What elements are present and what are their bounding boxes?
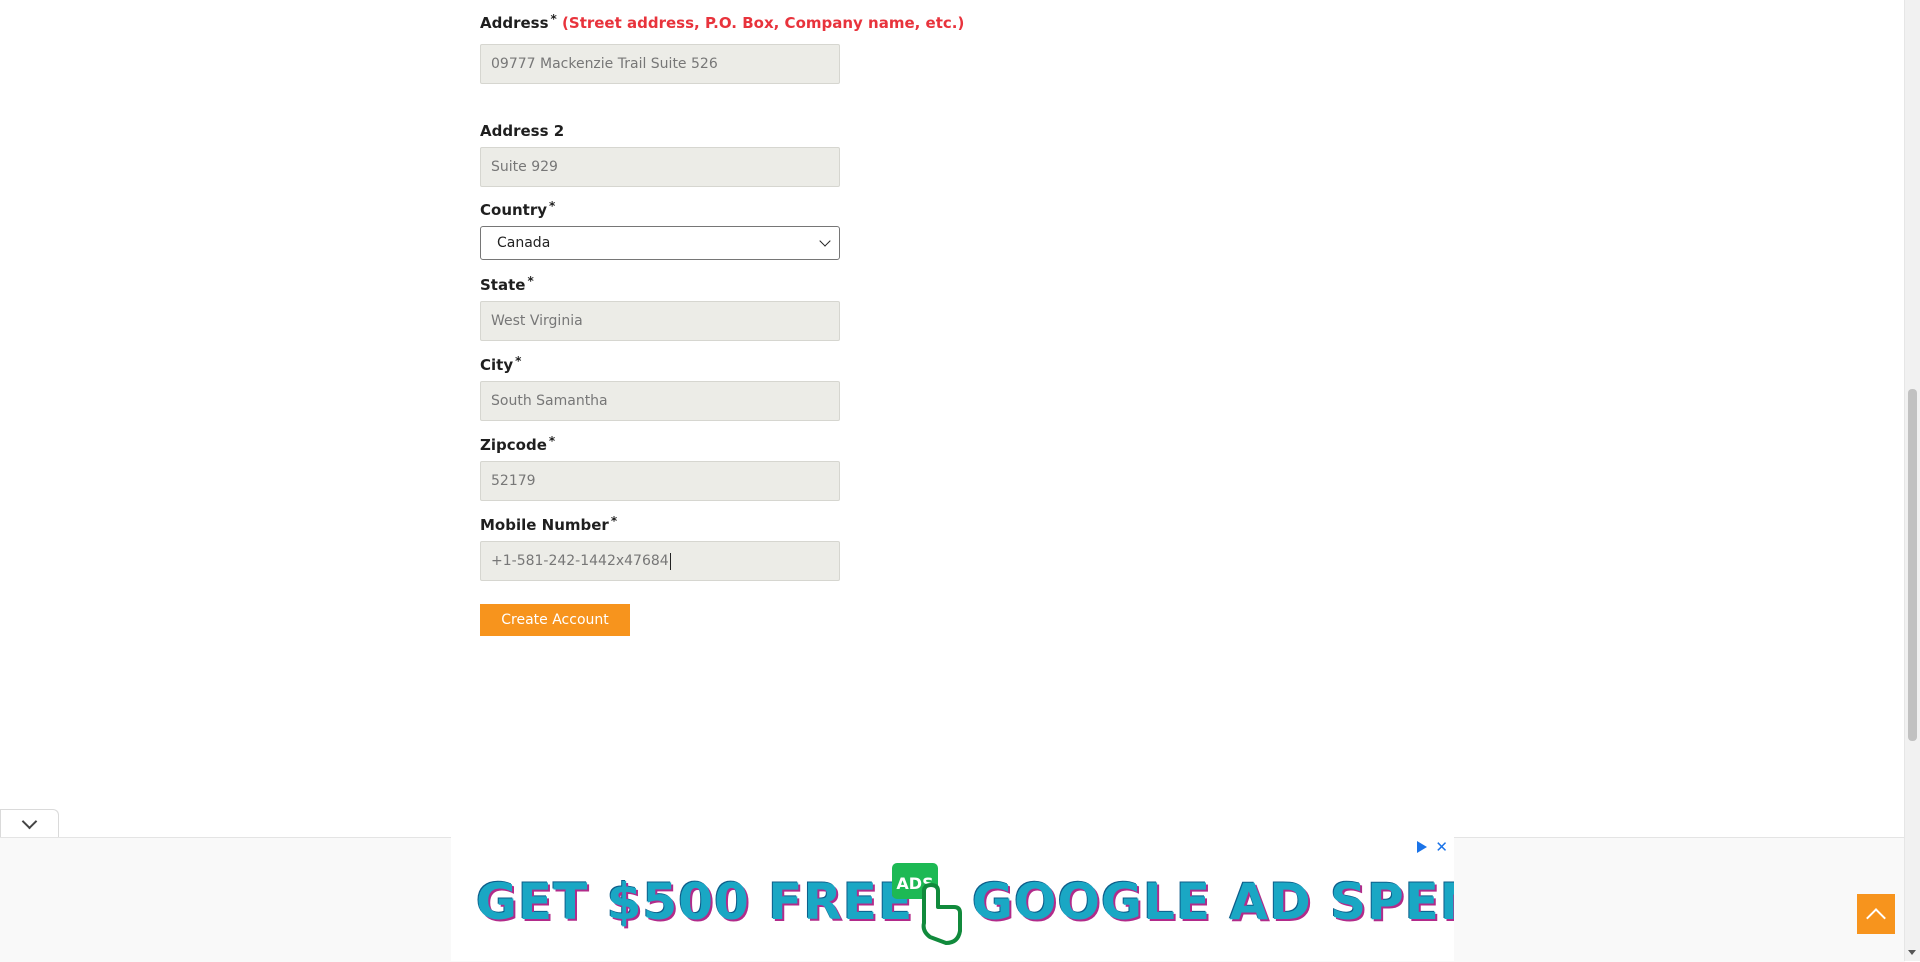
address-field-group: Address * (Street address, P.O. Box, Comp… [480,11,964,84]
state-input[interactable]: West Virginia [480,301,840,341]
mobile-input[interactable]: +1-581-242-1442x47684 [480,541,840,581]
zipcode-label: Zipcode * [480,433,840,458]
address2-input[interactable]: Suite 929 [480,147,840,187]
address2-field-group: Address 2 Suite 929 [480,119,840,187]
chevron-up-icon [1866,908,1886,928]
country-field-group: Country * Canada [480,198,840,260]
mobile-label-text: Mobile Number [480,516,609,534]
state-label-text: State [480,276,526,294]
city-input-value: South Samantha [491,393,608,409]
ad-controls: ✕ [1417,840,1448,855]
state-label: State * [480,273,840,298]
address-input[interactable]: 09777 Mackenzie Trail Suite 526 [480,44,840,84]
chevron-down-icon [819,235,831,247]
chevron-down-icon [21,813,38,829]
close-icon[interactable]: ✕ [1435,840,1448,855]
address-label: Address * (Street address, P.O. Box, Comp… [480,11,964,36]
required-marker: * [515,354,522,368]
city-input[interactable]: South Samantha [480,381,840,421]
country-select-value: Canada [497,235,551,251]
ad-banner[interactable]: GET $500 FREE ADS GOOGLE AD SPEND ✕ [451,837,1454,961]
city-label: City * [480,353,840,378]
address-hint: (Street address, P.O. Box, Company name,… [562,14,965,32]
mobile-input-value: +1-581-242-1442x47684 [491,553,669,569]
country-label: Country * [480,198,840,223]
address2-label: Address 2 [480,122,565,140]
ad-collapse-tab[interactable] [0,809,59,838]
scroll-to-top-button[interactable] [1857,894,1895,934]
zipcode-label-text: Zipcode [480,436,547,454]
vertical-scrollbar[interactable] [1904,0,1920,961]
address2-input-value: Suite 929 [491,159,558,175]
ads-hand-logo-icon: ADS [892,863,962,945]
state-field-group: State * West Virginia [480,273,840,341]
adchoices-play-icon[interactable] [1417,841,1428,853]
ad-headline-left: GET $500 FREE [476,873,914,931]
zipcode-input-value: 52179 [491,473,536,489]
zipcode-input[interactable]: 52179 [480,461,840,501]
scroll-down-arrow-icon[interactable] [1908,950,1916,955]
required-marker: * [549,199,556,213]
city-label-text: City [480,356,514,374]
create-account-button[interactable]: Create Account [480,604,630,636]
state-input-value: West Virginia [491,313,583,329]
required-marker: * [610,514,618,528]
zipcode-field-group: Zipcode * 52179 [480,433,840,501]
address-input-value: 09777 Mackenzie Trail Suite 526 [491,56,718,72]
text-caret [669,552,671,570]
country-label-text: Country [480,201,548,219]
required-marker: * [550,12,557,26]
required-marker: * [548,434,556,448]
city-field-group: City * South Samantha [480,353,840,421]
ad-headline-right: GOOGLE AD SPEND [972,873,1454,931]
mobile-field-group: Mobile Number * +1-581-242-1442x47684 [480,513,840,581]
address-label-text: Address [480,14,549,32]
mobile-label: Mobile Number * [480,513,840,538]
country-select[interactable]: Canada [480,226,840,260]
scrollbar-thumb[interactable] [1908,389,1917,741]
required-marker: * [527,274,534,288]
